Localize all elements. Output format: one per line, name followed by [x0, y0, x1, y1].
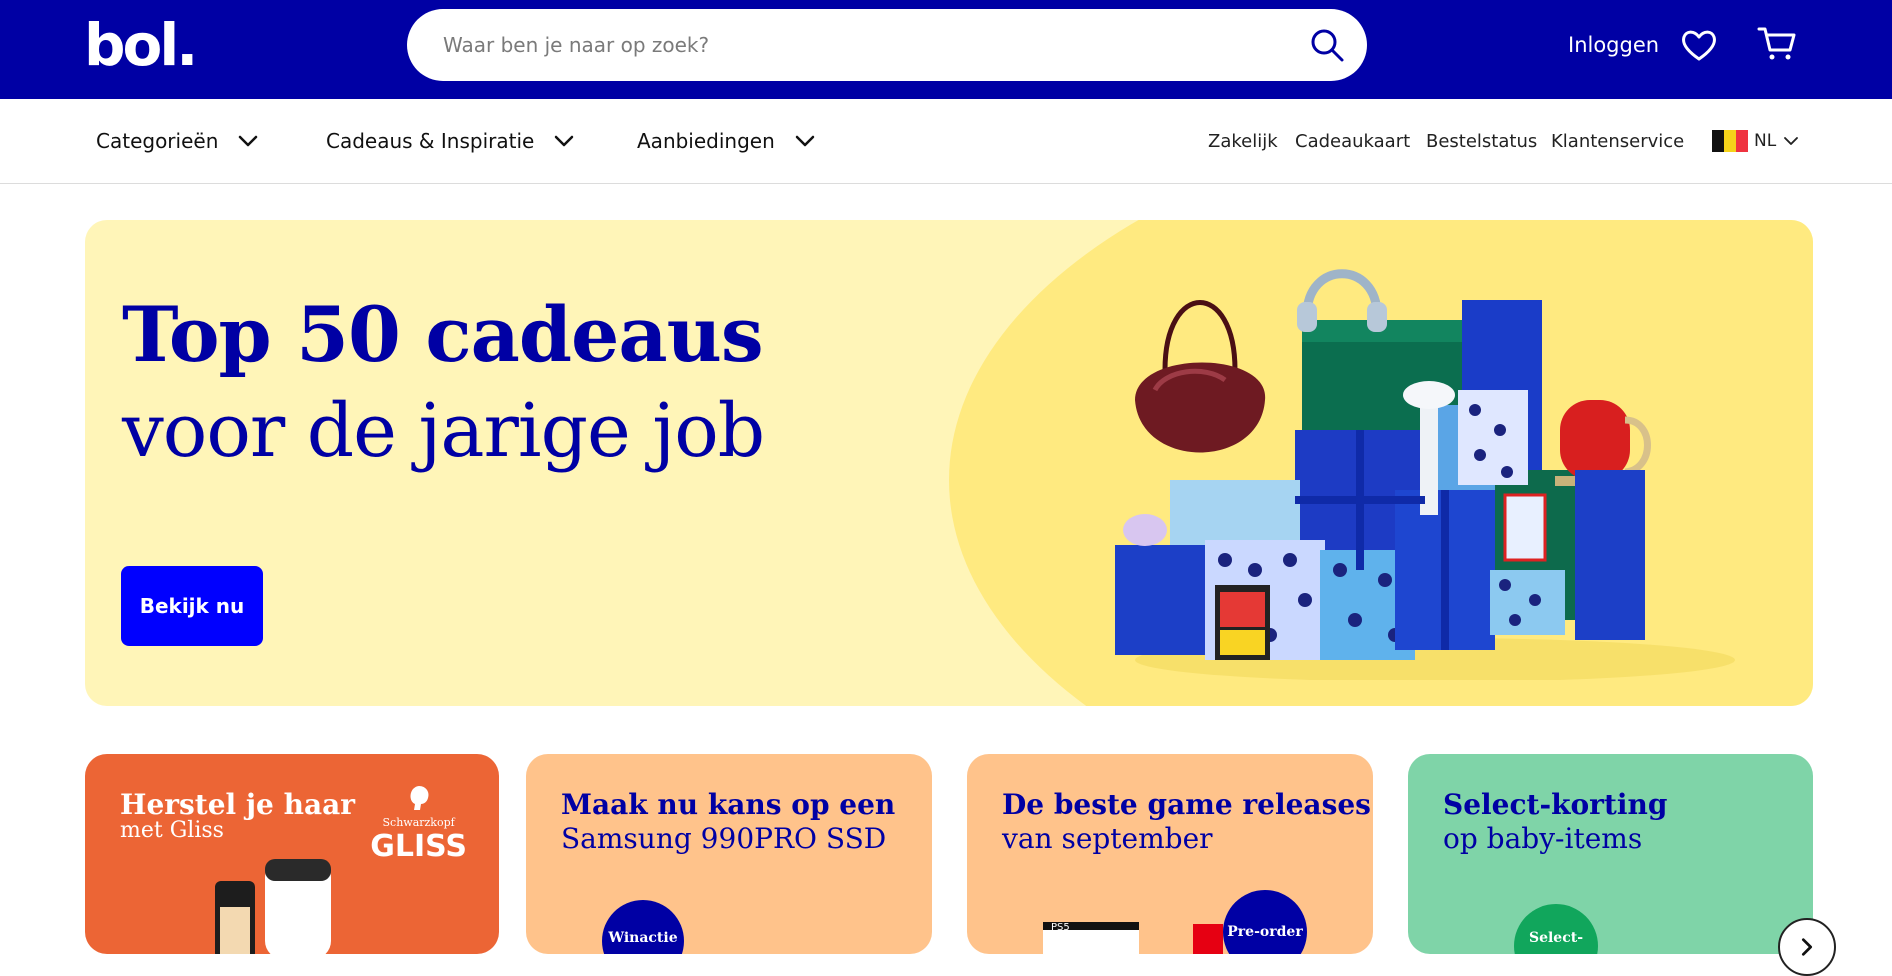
- promo-card-subtitle: met Gliss: [120, 818, 224, 843]
- promo-card-samsung[interactable]: Maak nu kans op een Samsung 990PRO SSD W…: [526, 754, 932, 954]
- nav-menu-label: Cadeaus & Inspiratie: [326, 129, 535, 153]
- switch-game-case: [1193, 924, 1223, 954]
- chevron-down-icon: [795, 135, 815, 147]
- nav-menu-aanbiedingen[interactable]: Aanbiedingen: [637, 129, 817, 153]
- promo-card-games[interactable]: De beste game releases van september PS5…: [967, 754, 1373, 954]
- promo-card-gliss[interactable]: Herstel je haar met Gliss Schwarzkopf GL…: [85, 754, 499, 954]
- promo-card-baby[interactable]: Select-korting op baby-items Select-: [1408, 754, 1813, 954]
- brand-small-label: Schwarzkopf: [382, 816, 455, 829]
- gift-stack-image: [1115, 269, 1735, 680]
- language-selector[interactable]: NL: [1712, 130, 1800, 152]
- belgium-flag-icon: [1712, 130, 1748, 152]
- ps5-label: PS5: [1051, 922, 1070, 933]
- search-input[interactable]: [443, 25, 1283, 65]
- promo-card-title: Herstel je haar: [120, 788, 356, 821]
- woman-head-icon: [410, 786, 429, 810]
- brand-big-label: GLISS: [370, 829, 467, 864]
- link-cadeaukaart[interactable]: Cadeaukaart: [1295, 131, 1410, 152]
- promo-card-subtitle: op baby-items: [1443, 822, 1643, 855]
- search-bar: [407, 9, 1367, 81]
- promo-card-title: De beste game releases: [1002, 788, 1371, 821]
- link-klantenservice[interactable]: Klantenservice: [1551, 131, 1684, 152]
- nav-menu-categorieen[interactable]: Categorieën: [96, 129, 260, 153]
- promo-card-subtitle: van september: [1002, 822, 1213, 855]
- chevron-right-icon: [1801, 938, 1813, 956]
- language-label: NL: [1754, 131, 1777, 151]
- winactie-badge: Winactie: [602, 900, 684, 954]
- chevron-down-icon: [555, 135, 574, 147]
- gliss-brand-logo: Schwarzkopf GLISS: [370, 784, 467, 864]
- category-navbar: Categorieën Cadeaus & Inspiratie Aanbied…: [0, 99, 1892, 184]
- promo-card-title: Maak nu kans op een: [561, 788, 896, 821]
- carousel-next-button[interactable]: [1778, 918, 1836, 976]
- pre-order-badge: Pre-order: [1223, 890, 1307, 954]
- bekijk-nu-button[interactable]: Bekijk nu: [121, 566, 263, 646]
- promo-card-title: Select-korting: [1443, 788, 1668, 821]
- nav-menu-cadeaus-inspiratie[interactable]: Cadeaus & Inspiratie: [326, 129, 576, 153]
- nav-menu-label: Aanbiedingen: [637, 129, 775, 153]
- hero-title: Top 50 cadeaus: [122, 290, 764, 379]
- shampoo-bottle-image: [215, 859, 331, 954]
- top-header: bol. Inloggen: [0, 0, 1892, 99]
- bol-logo[interactable]: bol.: [84, 14, 198, 76]
- cart-icon[interactable]: [1757, 24, 1797, 64]
- hero-subtitle: voor de jarige job: [122, 388, 765, 474]
- nav-menu-label: Categorieën: [96, 129, 219, 153]
- chevron-down-icon: [1784, 137, 1799, 145]
- select-badge: Select-: [1514, 904, 1598, 954]
- ps5-game-case: PS5: [1043, 922, 1139, 954]
- chevron-down-icon: [239, 135, 258, 147]
- heart-icon[interactable]: [1680, 26, 1718, 64]
- login-link[interactable]: Inloggen: [1568, 33, 1659, 57]
- link-bestelstatus[interactable]: Bestelstatus: [1426, 131, 1537, 152]
- hero-banner[interactable]: Top 50 cadeaus voor de jarige job Bekijk…: [85, 220, 1813, 706]
- link-zakelijk[interactable]: Zakelijk: [1208, 131, 1278, 152]
- search-icon[interactable]: [1309, 27, 1345, 63]
- promo-card-subtitle: Samsung 990PRO SSD: [561, 822, 887, 855]
